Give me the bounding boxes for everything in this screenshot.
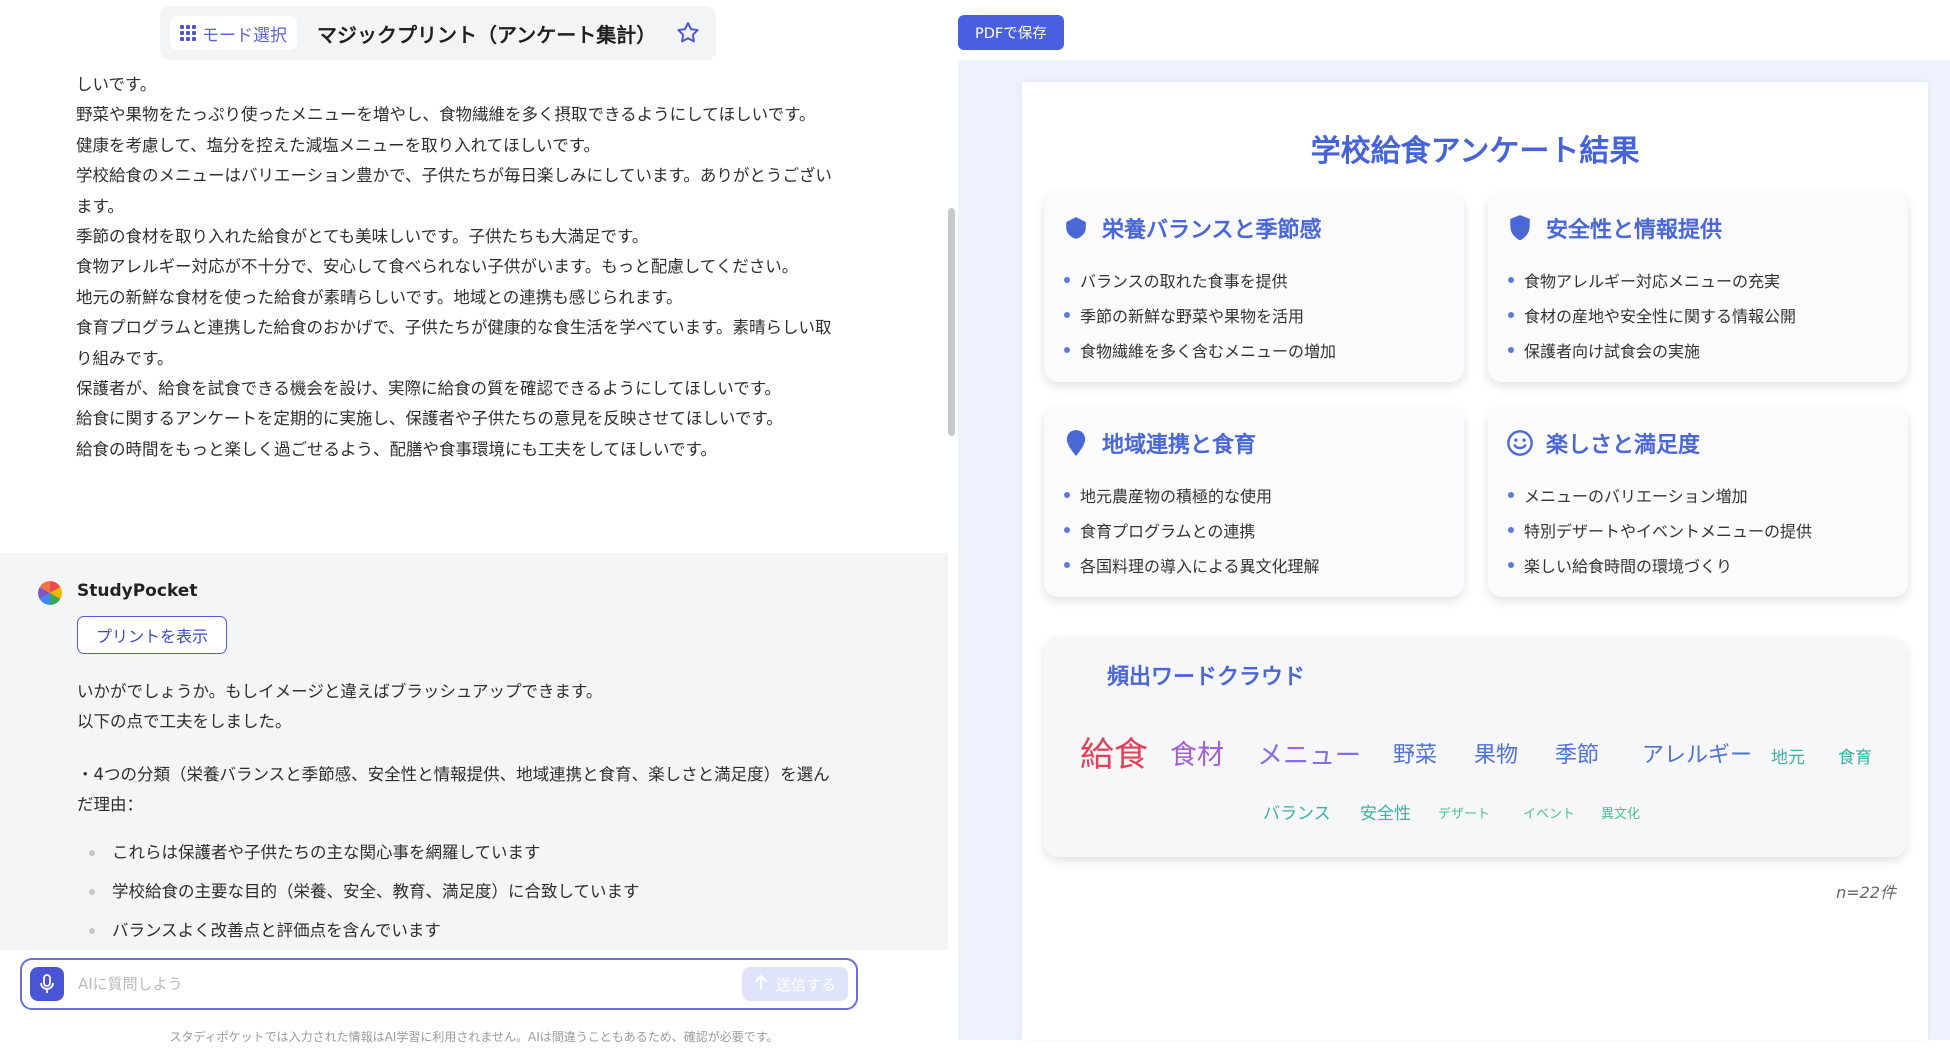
chat-pane: モード選択 マジックプリント（アンケート集計） しいです。 野菜や果物をたっぷり…: [0, 0, 958, 1052]
list-item: バランスの取れた食事を提供: [1062, 264, 1336, 299]
wordcloud-word: イベント: [1523, 807, 1576, 822]
bot-name: StudyPocket: [77, 581, 198, 601]
message-line: 学校給食のメニューはバリエーション豊かで、子供たちが毎日楽しみにしています。あり…: [76, 166, 832, 216]
message-line: 給食の時間をもっと楽しく過ごせるよう、配膳や食事環境にも工夫をしてほしいです。: [76, 439, 717, 459]
card-list: 地元農産物の積極的な使用 食育プログラムとの連携 各国料理の導入による異文化理解: [1062, 479, 1320, 584]
disclaimer-text: スタディポケットでは入力された情報はAI学習に利用されません。AIは間違うことも…: [169, 1030, 779, 1044]
list-item: 季節の新鮮な野菜や果物を活用: [1062, 299, 1336, 334]
studypocket-avatar-icon: [38, 581, 62, 605]
card-list: 食物アレルギー対応メニューの充実 食材の産地や安全性に関する情報公開 保護者向け…: [1506, 264, 1796, 369]
list-item: バランスよく改善点と評価点を含んでいます: [77, 911, 837, 950]
print-preview-pane: PDFで保存 学校給食アンケート結果 栄養バランスと季節感 バランスの取れた食事…: [958, 0, 1950, 1052]
bot-line: いかがでしょうか。もしイメージと違えばブラッシュアップできます。: [77, 682, 603, 701]
message-line: しいです。: [76, 75, 157, 94]
message-line: 野菜や果物をたっぷり使ったメニューを増やし、食物繊維を多く摂取できるようにしてほ…: [76, 105, 816, 125]
category-card-community: 地域連携と食育 地元農産物の積極的な使用 食育プログラムとの連携 各国料理の導入…: [1044, 407, 1464, 597]
wordcloud-word: メニュー: [1257, 741, 1362, 771]
message-line: 保護者が、給食を試食できる機会を設け、実際に給食の質を確認できるようにしてほしい…: [76, 379, 782, 399]
wordcloud-card: 頻出ワードクラウド 給食 食材 メニュー 野菜 果物 季節 アレルギー 地元 食…: [1044, 637, 1906, 857]
wordcloud-word: アレルギー: [1642, 743, 1753, 768]
user-message-text: しいです。 野菜や果物をたっぷり使ったメニューを増やし、食物繊維を多く摂取できる…: [76, 70, 836, 465]
send-label: 送信する: [775, 975, 836, 994]
wordcloud-title: 頻出ワードクラウド: [1107, 665, 1306, 690]
card-title: 地域連携と食育: [1102, 433, 1257, 458]
save-pdf-button[interactable]: PDFで保存: [958, 15, 1064, 50]
message-line: 食育プログラムと連携した給食のおかげで、子供たちが健康的な食生活を学べています。…: [76, 318, 832, 368]
mode-title: マジックプリント（アンケート集計）: [317, 22, 657, 47]
wordcloud-word: 地元: [1771, 748, 1805, 768]
arrow-up-icon: [754, 974, 768, 994]
smile-icon: [1506, 429, 1534, 457]
wordcloud-word: 季節: [1555, 743, 1600, 768]
mode-select-label: モード選択: [202, 25, 287, 46]
sample-count: n=22件: [1836, 883, 1896, 902]
card-title: 楽しさと満足度: [1546, 433, 1701, 458]
chat-input-area: 送信する スタディポケットでは入力された情報はAI学習に利用されません。AIは間…: [0, 950, 948, 1052]
list-item: 食育プログラムとの連携: [1062, 514, 1320, 549]
message-line: 地元の新鮮な食材を使った給食が素晴らしいです。地域との連携も感じられます。: [76, 287, 683, 307]
message-line: 給食に関するアンケートを定期的に実施し、保護者や子供たちの意見を反映させてほしい…: [76, 409, 783, 429]
message-line: 季節の食材を取り入れた給食がとても美味しいです。子供たちも大満足です。: [76, 227, 649, 247]
reason-heading: ・4つの分類（栄養バランスと季節感、安全性と情報提供、地域連携と食育、楽しさと満…: [77, 764, 830, 815]
card-title: 栄養バランスと季節感: [1102, 218, 1322, 243]
view-print-button[interactable]: プリントを表示: [77, 616, 228, 654]
list-item: メニューのバリエーション増加: [1506, 479, 1812, 514]
scrollbar-thumb[interactable]: [948, 208, 955, 436]
shield-icon: [1506, 214, 1534, 242]
microphone-button[interactable]: [30, 967, 64, 1001]
list-item: 学校給食の主要な目的（栄養、安全、教育、満足度）に合致しています: [77, 872, 837, 911]
list-item: 地元農産物の積極的な使用: [1062, 479, 1320, 514]
card-list: バランスの取れた食事を提供 季節の新鮮な野菜や果物を活用 食物繊維を多く含むメニ…: [1062, 264, 1336, 369]
card-title: 安全性と情報提供: [1546, 218, 1723, 243]
message-line: 食物アレルギー対応が不十分で、安心して食べられない子供がいます。もっと配慮してく…: [76, 257, 799, 277]
bot-message: StudyPocket プリントを表示 いかがでしょうか。もしイメージと違えばブ…: [0, 553, 948, 950]
map-pin-icon: [1062, 429, 1090, 457]
print-title: 学校給食アンケート結果: [1310, 134, 1640, 169]
microphone-icon: [40, 974, 54, 993]
card-list: メニューのバリエーション増加 特別デザートやイベントメニューの提供 楽しい給食時…: [1506, 479, 1812, 584]
wordcloud-word: 安全性: [1360, 804, 1411, 824]
wordcloud-word: 食材: [1170, 740, 1224, 771]
category-card-safety: 安全性と情報提供 食物アレルギー対応メニューの充実 食材の産地や安全性に関する情…: [1488, 192, 1908, 382]
list-item: 各国料理の導入による異文化理解: [1062, 549, 1320, 584]
wordcloud-word: 給食: [1080, 735, 1148, 775]
wordcloud-word: 食育: [1838, 748, 1872, 768]
wordcloud-word: 野菜: [1393, 743, 1438, 768]
shield-icon: [1062, 214, 1090, 242]
chat-input[interactable]: [78, 969, 742, 999]
message-line: 健康を考慮して、塩分を控えた減塩メニューを取り入れてほしいです。: [76, 135, 601, 155]
mode-bar: モード選択 マジックプリント（アンケート集計）: [160, 6, 716, 60]
chat-input-box: 送信する: [20, 958, 858, 1010]
list-item: 保護者向け試食会の実施: [1506, 334, 1796, 369]
star-icon[interactable]: [674, 19, 702, 47]
category-card-fun: 楽しさと満足度 メニューのバリエーション増加 特別デザートやイベントメニューの提…: [1488, 407, 1908, 597]
mode-select-button[interactable]: モード選択: [170, 16, 297, 50]
bot-response-text: いかがでしょうか。もしイメージと違えばブラッシュアップできます。 以下の点で工夫…: [77, 677, 837, 950]
wordcloud-word: 異文化: [1601, 807, 1641, 822]
wordcloud-word: 果物: [1474, 743, 1519, 768]
wordcloud-word: バランス: [1263, 804, 1331, 824]
reason-list: これらは保護者や子供たちの主な関心事を網羅しています 学校給食の主要な目的（栄養…: [77, 833, 837, 950]
list-item: 食物アレルギー対応メニューの充実: [1506, 264, 1796, 299]
bot-line: 以下の点で工夫をしました。: [77, 712, 292, 732]
grid-icon: [180, 25, 196, 41]
list-item: 食物繊維を多く含むメニューの増加: [1062, 334, 1336, 369]
list-item: 特別デザートやイベントメニューの提供: [1506, 514, 1812, 549]
send-button[interactable]: 送信する: [741, 967, 848, 1001]
list-item: 楽しい給食時間の環境づくり: [1506, 549, 1812, 584]
print-page: 学校給食アンケート結果 栄養バランスと季節感 バランスの取れた食事を提供 季節の…: [1022, 82, 1928, 1040]
category-card-nutrition: 栄養バランスと季節感 バランスの取れた食事を提供 季節の新鮮な野菜や果物を活用 …: [1044, 192, 1464, 382]
list-item: これらは保護者や子供たちの主な関心事を網羅しています: [77, 833, 837, 872]
list-item: 食材の産地や安全性に関する情報公開: [1506, 299, 1796, 334]
wordcloud-word: デザート: [1438, 807, 1491, 822]
